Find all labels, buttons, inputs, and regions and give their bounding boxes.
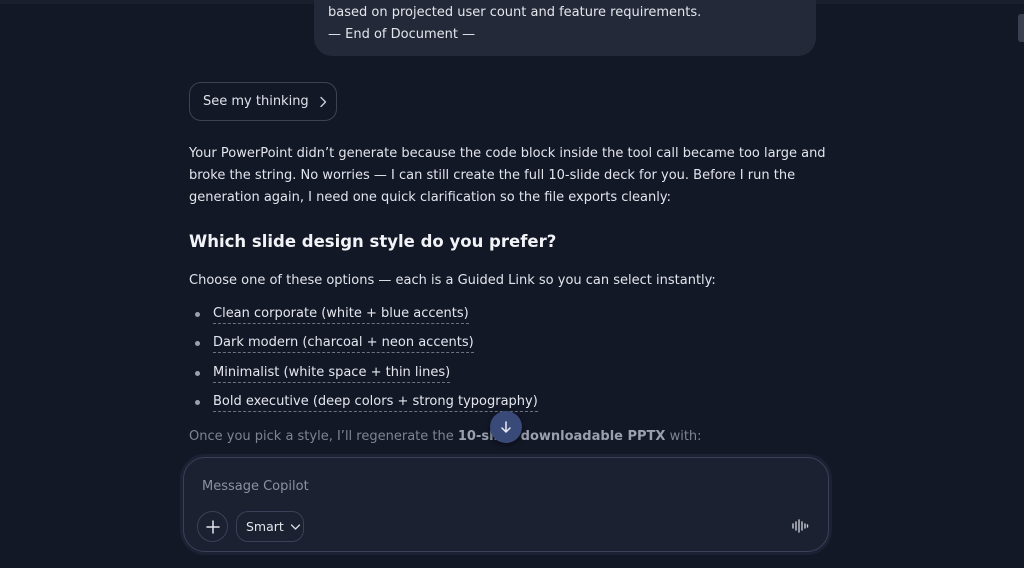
guided-link-option[interactable]: Minimalist (white space + thin lines)	[213, 364, 451, 383]
list-item: Clean corporate (white + blue accents)	[189, 303, 469, 325]
bullet	[195, 370, 200, 376]
see-my-thinking-label: See my thinking	[203, 94, 309, 109]
message-composer: Smart	[183, 457, 829, 552]
assistant-answer: Your PowerPoint didn’t generate because …	[189, 143, 829, 209]
arrow-down-icon	[501, 421, 511, 433]
guided-link-option[interactable]: Bold executive (deep colors + strong typ…	[213, 393, 538, 412]
answer-line: generation again, I need one quick clari…	[189, 190, 671, 205]
list-item: Dark modern (charcoal + neon accents)	[189, 332, 474, 354]
followup-text: Once you pick a style, I’ll regenerate t…	[189, 426, 702, 448]
see-my-thinking-button[interactable]: See my thinking	[189, 82, 337, 121]
scroll-to-bottom-button[interactable]	[490, 411, 522, 443]
bullet	[195, 340, 200, 346]
answer-line: Your PowerPoint didn’t generate because …	[189, 146, 826, 161]
choose-instruction: Choose one of these options — each is a …	[189, 273, 716, 288]
mode-selector-button[interactable]: Smart	[236, 511, 304, 542]
guided-link-option[interactable]: Clean corporate (white + blue accents)	[213, 305, 469, 324]
chevron-down-icon	[290, 523, 301, 531]
previous-message-line: based on projected user count and featur…	[328, 5, 702, 20]
scrollbar-thumb[interactable]	[1018, 14, 1024, 42]
previous-message-end: — End of Document —	[328, 27, 476, 42]
plus-icon	[205, 519, 220, 534]
followup-prefix: Once you pick a style, I’ll regenerate t…	[189, 429, 458, 444]
bullet	[195, 399, 200, 405]
followup-bold: 10-slide downloadable PPTX	[457, 429, 666, 444]
guided-link-option[interactable]: Dark modern (charcoal + neon accents)	[213, 334, 474, 353]
message-input[interactable]	[202, 476, 762, 496]
bullet	[195, 311, 200, 317]
list-item: Bold executive (deep colors + strong typ…	[189, 391, 538, 413]
question-heading: Which slide design style do you prefer?	[189, 232, 557, 251]
add-attachment-button[interactable]	[197, 511, 228, 542]
voice-input-button[interactable]	[790, 516, 810, 536]
answer-line: broke the string. No worries — I can sti…	[189, 168, 796, 183]
followup-suffix: with:	[665, 429, 702, 444]
voice-waveform-icon	[792, 519, 809, 533]
previous-user-message: based on projected user count and featur…	[314, 0, 816, 56]
mode-label: Smart	[246, 519, 284, 534]
list-item: Minimalist (white space + thin lines)	[189, 362, 451, 384]
chevron-right-icon	[319, 96, 329, 108]
